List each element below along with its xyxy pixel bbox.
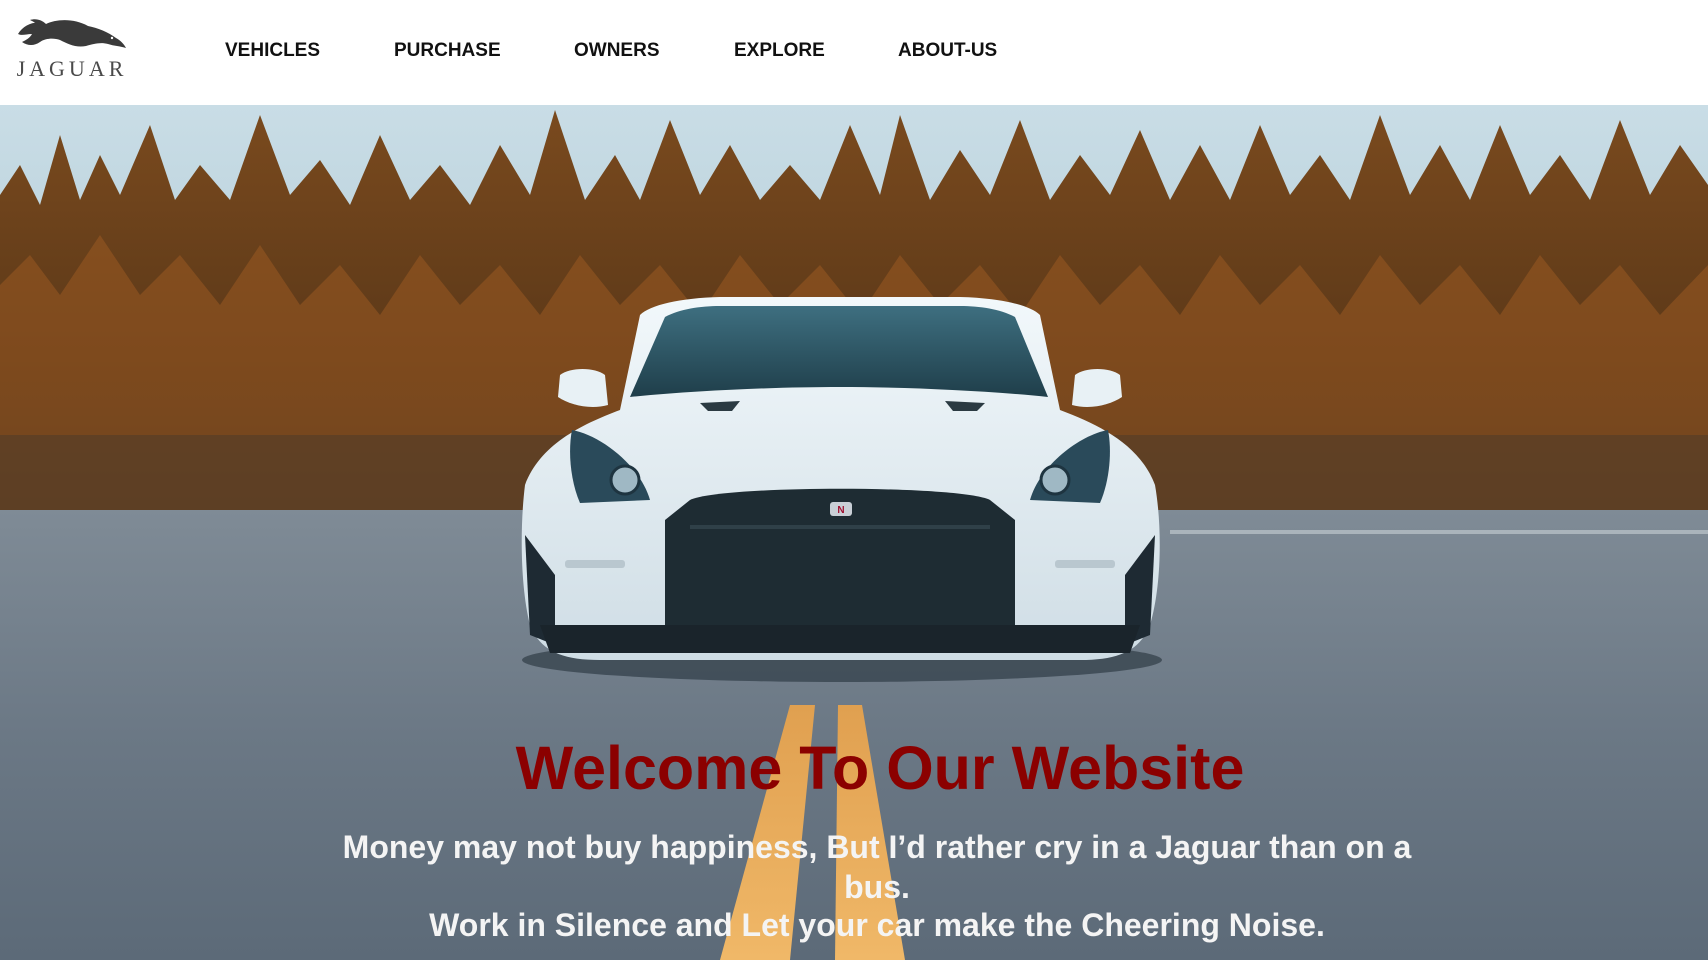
hero-section: N Welcome To Our Website Money may not b… xyxy=(0,105,1708,960)
svg-text:N: N xyxy=(837,505,844,516)
nav-item-vehicles[interactable]: VEHICLES xyxy=(225,40,320,62)
nav-item-about-us[interactable]: ABOUT-US xyxy=(898,40,997,62)
hero-quote-2: Work in Silence and Let your car make th… xyxy=(429,907,1325,943)
top-navbar: JAGUAR VEHICLES PURCHASE OWNERS EXPLORE … xyxy=(0,0,1708,105)
nav-item-owners[interactable]: OWNERS xyxy=(574,40,660,62)
hero-quote-1: Money may not buy happiness, But I’d rat… xyxy=(0,827,1708,907)
hero-quote-1-text: Money may not buy happiness, But I’d rat… xyxy=(342,829,1412,865)
hero-quote-1-wrap: bus. xyxy=(844,869,910,905)
brand-name: JAGUAR xyxy=(16,56,128,81)
hero-headline: Welcome To Our Website xyxy=(515,734,1245,802)
nav-item-purchase[interactable]: PURCHASE xyxy=(394,40,501,62)
leaping-jaguar-icon xyxy=(18,19,126,48)
brand-logo[interactable]: JAGUAR xyxy=(8,16,136,84)
nav-item-explore[interactable]: EXPLORE xyxy=(734,40,825,62)
